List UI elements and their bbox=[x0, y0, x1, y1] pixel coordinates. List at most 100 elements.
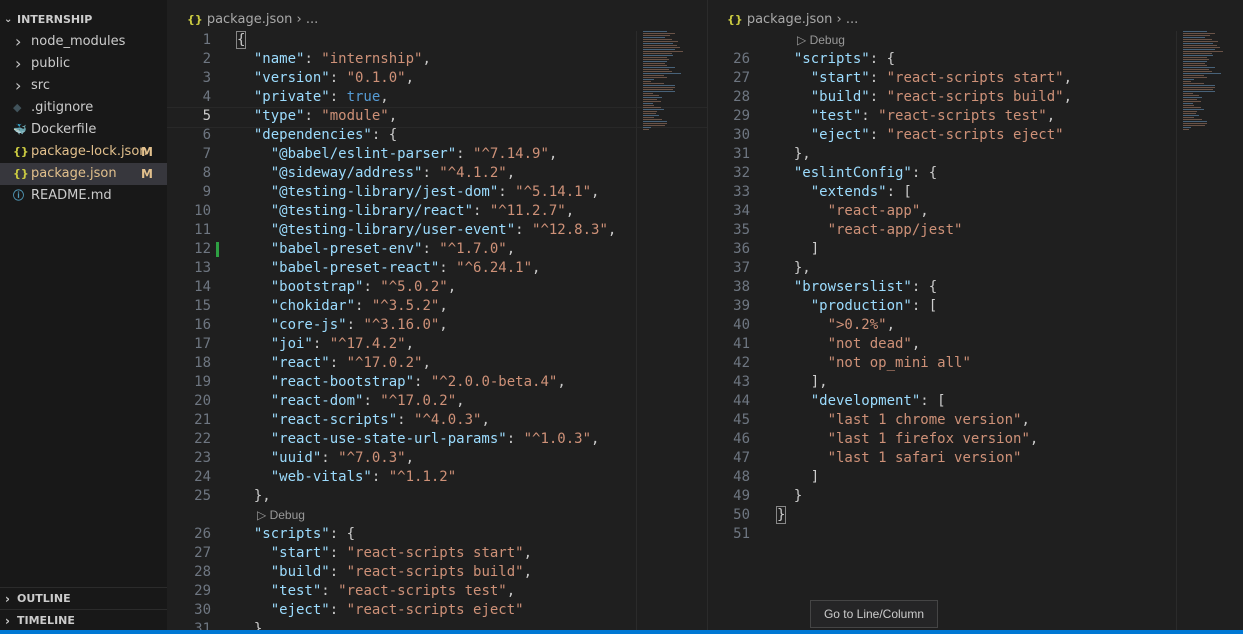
code-text: "@babel/eslint-parser": "^7.14.9", bbox=[270, 146, 558, 162]
code-text: "build": "react-scripts build", bbox=[270, 564, 533, 580]
breadcrumb-more[interactable]: ... bbox=[846, 12, 858, 27]
minimap[interactable] bbox=[643, 31, 701, 131]
timeline-section[interactable]: › TIMELINE bbox=[0, 609, 167, 632]
explorer-root-header[interactable]: ⌄ INTERNSHIP bbox=[0, 10, 167, 30]
code-line[interactable]: 46 "last 1 firefox version", bbox=[708, 430, 1243, 449]
codelens-debug[interactable]: ▷ Debug bbox=[708, 31, 1243, 50]
code-line[interactable]: 45 "last 1 chrome version", bbox=[708, 411, 1243, 430]
code-line[interactable]: 12 "babel-preset-env": "^1.7.0", bbox=[167, 240, 707, 259]
code-line[interactable]: 44 "development": [ bbox=[708, 392, 1243, 411]
code-line[interactable]: 13 "babel-preset-react": "^6.24.1", bbox=[167, 259, 707, 278]
minimap-row bbox=[1183, 77, 1207, 78]
code-line[interactable]: 23 "uuid": "^7.0.3", bbox=[167, 449, 707, 468]
code-line[interactable]: 38 "browserslist": { bbox=[708, 278, 1243, 297]
code-line[interactable]: 8 "@sideway/address": "^4.1.2", bbox=[167, 164, 707, 183]
code-line[interactable]: 5 "type": "module", bbox=[167, 107, 707, 128]
code-line[interactable]: 26 "scripts": { bbox=[167, 525, 707, 544]
code-line[interactable]: 7 "@babel/eslint-parser": "^7.14.9", bbox=[167, 145, 707, 164]
code-line[interactable]: 27 "start": "react-scripts start", bbox=[167, 544, 707, 563]
code-line[interactable]: 25 }, bbox=[167, 487, 707, 506]
code-line[interactable]: 20 "react-dom": "^17.0.2", bbox=[167, 392, 707, 411]
code-line[interactable]: 29 "test": "react-scripts test", bbox=[708, 107, 1243, 126]
code-line[interactable]: 16 "core-js": "^3.16.0", bbox=[167, 316, 707, 335]
line-number: 30 bbox=[733, 127, 750, 143]
code-line[interactable]: 1{ bbox=[167, 31, 707, 50]
code-line[interactable]: 32 "eslintConfig": { bbox=[708, 164, 1243, 183]
code-line[interactable]: 26 "scripts": { bbox=[708, 50, 1243, 69]
code-line[interactable]: 41 "not dead", bbox=[708, 335, 1243, 354]
code-line[interactable]: 9 "@testing-library/jest-dom": "^5.14.1"… bbox=[167, 183, 707, 202]
code-line[interactable]: 4 "private": true, bbox=[167, 88, 707, 107]
code-line[interactable]: 28 "build": "react-scripts build", bbox=[167, 563, 707, 582]
scrollbar-track[interactable] bbox=[636, 31, 637, 634]
breadcrumb-more[interactable]: ... bbox=[306, 12, 318, 27]
code-line[interactable]: 30 "eject": "react-scripts eject" bbox=[708, 126, 1243, 145]
code-editor-left[interactable]: 1{2 "name": "internship", 3 "version": "0… bbox=[167, 31, 707, 634]
code-line[interactable]: 24 "web-vitals": "^1.1.2" bbox=[167, 468, 707, 487]
code-text: ">0.2%", bbox=[827, 317, 896, 333]
tree-item[interactable]: › public bbox=[0, 53, 167, 75]
line-number: 44 bbox=[733, 393, 750, 409]
breadcrumb[interactable]: {} package.json › ... bbox=[187, 10, 318, 30]
line-number: 27 bbox=[733, 70, 750, 86]
minimap-row bbox=[643, 113, 656, 114]
code-line[interactable]: 50} bbox=[708, 506, 1243, 525]
code-line[interactable]: 14 "bootstrap": "^5.0.2", bbox=[167, 278, 707, 297]
breadcrumb[interactable]: {} package.json › ... bbox=[727, 10, 858, 30]
code-line[interactable]: 47 "last 1 safari version" bbox=[708, 449, 1243, 468]
code-line[interactable]: 2 "name": "internship", bbox=[167, 50, 707, 69]
code-text: "scripts": { bbox=[253, 526, 356, 542]
code-line[interactable]: 6 "dependencies": { bbox=[167, 126, 707, 145]
code-line[interactable]: 19 "react-bootstrap": "^2.0.0-beta.4", bbox=[167, 373, 707, 392]
code-text: "babel-preset-react": "^6.24.1", bbox=[270, 260, 541, 276]
minimap-row bbox=[1183, 103, 1193, 104]
code-line[interactable]: 21 "react-scripts": "^4.0.3", bbox=[167, 411, 707, 430]
code-line[interactable]: 33 "extends": [ bbox=[708, 183, 1243, 202]
tree-item[interactable]: › node_modules bbox=[0, 31, 167, 53]
status-bar[interactable] bbox=[0, 630, 1243, 634]
codelens-debug[interactable]: ▷ Debug bbox=[167, 506, 707, 525]
code-line[interactable]: 31 }, bbox=[708, 145, 1243, 164]
code-line[interactable]: 22 "react-use-state-url-params": "^1.0.3… bbox=[167, 430, 707, 449]
breadcrumb-file[interactable]: package.json bbox=[207, 12, 293, 27]
code-line[interactable]: 11 "@testing-library/user-event": "^12.8… bbox=[167, 221, 707, 240]
tree-item[interactable]: ⓘ README.md bbox=[0, 185, 167, 207]
minimap-row bbox=[643, 85, 675, 86]
tree-item[interactable]: ◆ .gitignore bbox=[0, 97, 167, 119]
code-line[interactable]: 43 ], bbox=[708, 373, 1243, 392]
code-editor-right[interactable]: ▷ Debug 26 "scripts": {27 "start": "react… bbox=[708, 31, 1243, 544]
code-text: "name": "internship", bbox=[253, 51, 431, 67]
code-line[interactable]: 49 } bbox=[708, 487, 1243, 506]
minimap[interactable] bbox=[1183, 31, 1241, 131]
code-line[interactable]: 15 "chokidar": "^3.5.2", bbox=[167, 297, 707, 316]
minimap-row bbox=[1183, 49, 1215, 50]
code-line[interactable]: 28 "build": "react-scripts build", bbox=[708, 88, 1243, 107]
code-line[interactable]: 39 "production": [ bbox=[708, 297, 1243, 316]
code-line[interactable]: 35 "react-app/jest" bbox=[708, 221, 1243, 240]
minimap-row bbox=[643, 77, 667, 78]
line-number: 15 bbox=[194, 298, 211, 314]
tree-item[interactable]: {} package.json M bbox=[0, 163, 167, 185]
tree-item[interactable]: 🐳 Dockerfile bbox=[0, 119, 167, 141]
code-line[interactable]: 30 "eject": "react-scripts eject" bbox=[167, 601, 707, 620]
scrollbar-track[interactable] bbox=[1176, 31, 1177, 634]
code-line[interactable]: 10 "@testing-library/react": "^11.2.7", bbox=[167, 202, 707, 221]
code-line[interactable]: 34 "react-app", bbox=[708, 202, 1243, 221]
code-line[interactable]: 42 "not op_mini all" bbox=[708, 354, 1243, 373]
outline-section[interactable]: › OUTLINE bbox=[0, 587, 167, 610]
code-line[interactable]: 29 "test": "react-scripts test", bbox=[167, 582, 707, 601]
code-line[interactable]: 3 "version": "0.1.0", bbox=[167, 69, 707, 88]
tree-item[interactable]: › src bbox=[0, 75, 167, 97]
code-line[interactable]: 36 ] bbox=[708, 240, 1243, 259]
code-line[interactable]: 40 ">0.2%", bbox=[708, 316, 1243, 335]
code-line[interactable]: 17 "joi": "^17.4.2", bbox=[167, 335, 707, 354]
code-line[interactable]: 37 }, bbox=[708, 259, 1243, 278]
code-line[interactable]: 27 "start": "react-scripts start", bbox=[708, 69, 1243, 88]
minimap-row bbox=[1183, 81, 1191, 82]
breadcrumb-file[interactable]: package.json bbox=[747, 12, 833, 27]
code-line[interactable]: 48 ] bbox=[708, 468, 1243, 487]
minimap-row bbox=[643, 33, 675, 34]
tree-item[interactable]: {} package-lock.json M bbox=[0, 141, 167, 163]
code-line[interactable]: 51 bbox=[708, 525, 1243, 544]
code-line[interactable]: 18 "react": "^17.0.2", bbox=[167, 354, 707, 373]
